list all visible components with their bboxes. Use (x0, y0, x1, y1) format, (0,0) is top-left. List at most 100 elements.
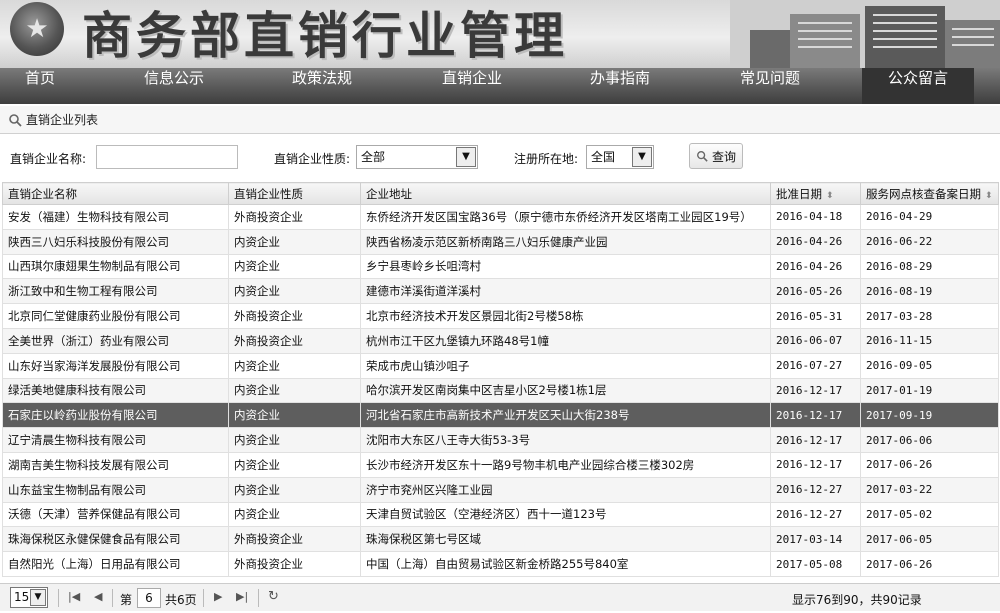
table-body: 安发（福建）生物科技有限公司外商投资企业 东侨经济开发区国宝路36号（原宁德市东侨… (2, 204, 999, 577)
cell-company-name: 北京同仁堂健康药业股份有限公司 (2, 303, 229, 329)
cell-service-check-date: 2017-05-02 (860, 501, 999, 528)
cell-company-type: 内资企业 (228, 402, 361, 429)
refresh-icon[interactable]: ↻ (268, 589, 279, 604)
cell-service-check-date: 2016-08-19 (860, 278, 999, 305)
col-approval-date-label: 批准日期 (776, 186, 822, 201)
cell-approval-date: 2016-05-31 (770, 303, 861, 329)
cell-company-type: 内资企业 (228, 427, 361, 453)
panel-title: 直销企业列表 (26, 113, 99, 127)
cell-company-name: 山东好当家海洋发展股份有限公司 (2, 352, 229, 379)
company-name-input[interactable] (96, 145, 238, 169)
company-type-select[interactable]: 全部 ▼ (356, 145, 478, 169)
table-row[interactable]: 山西琪尔康翅果生物制品有限公司 内资企业 乡宁县枣岭乡长咀湾村 2016-04-26 2… (2, 253, 999, 280)
pager-divider (58, 589, 59, 607)
nav-faq[interactable]: 常见问题 (726, 68, 814, 104)
col-service-check-date-label: 服务网点核查备案日期 (866, 186, 981, 201)
cell-company-type: 内资企业 (228, 377, 361, 404)
cell-company-name: 山东益宝生物制品有限公司 (2, 476, 229, 503)
col-company-type: 直销企业性质 (228, 182, 361, 205)
first-page-icon[interactable]: |◀ (68, 590, 80, 603)
sort-icon: ⬍ (985, 190, 993, 201)
last-page-icon[interactable]: ▶| (236, 590, 248, 603)
cell-company-name: 自然阳光（上海）日用品有限公司 (2, 551, 229, 577)
cell-company-type: 内资企业 (228, 278, 361, 305)
cell-service-check-date: 2016-09-05 (860, 352, 999, 379)
cell-company-address: 东侨经济开发区国宝路36号（原宁德市东侨经济开发区塔南工业园区19号） (360, 204, 771, 230)
region-select[interactable]: 全国 ▼ (586, 145, 654, 169)
cell-company-name: 山西琪尔康翅果生物制品有限公司 (2, 253, 229, 280)
cell-company-name: 陕西三八妇乐科技股份有限公司 (2, 228, 229, 255)
col-approval-date[interactable]: 批准日期 ⬍ (770, 182, 861, 205)
nav-policy-regulations[interactable]: 政策法规 (278, 68, 366, 104)
pager-divider (258, 589, 259, 607)
table-row[interactable]: 辽宁清晨生物科技有限公司 内资企业 沈阳市大东区八王寺大街53-3号 2016-12-… (2, 427, 999, 453)
table-row[interactable]: 绿活美地健康科技有限公司 内资企业 哈尔滨开发区南岗集中区吉星小区2号楼1栋1层 20… (2, 377, 999, 404)
table-row[interactable]: 山东好当家海洋发展股份有限公司 内资企业 荣成市虎山镇沙咀子 2016-07-27 20… (2, 352, 999, 379)
cell-company-address: 北京市经济技术开发区景园北街2号楼58栋 (360, 303, 771, 329)
table-row[interactable]: 沃德（天津）营养保健品有限公司 内资企业 天津自贸试验区（空港经济区）西十一道123… (2, 501, 999, 528)
col-company-name: 直销企业名称 (2, 182, 229, 205)
table-row[interactable]: 自然阳光（上海）日用品有限公司 外商投资企业 中国（上海）自由贸易试验区新金桥路25… (2, 551, 999, 577)
cell-company-type: 内资企业 (228, 476, 361, 503)
cell-company-name: 石家庄以岭药业股份有限公司 (2, 402, 229, 429)
search-icon (9, 113, 22, 127)
col-service-check-date[interactable]: 服务网点核查备案日期 ⬍ (860, 182, 999, 205)
cell-service-check-date: 2016-11-15 (860, 327, 999, 354)
panel-header: 直销企业列表 (0, 106, 1000, 134)
cell-approval-date: 2016-12-17 (770, 377, 861, 404)
cell-company-type: 内资企业 (228, 451, 361, 478)
cell-company-type: 外商投资企业 (228, 551, 361, 577)
chevron-down-icon: ▼ (30, 589, 46, 606)
cell-company-address: 济宁市兖州区兴隆工业园 (360, 476, 771, 503)
nav-service-guide[interactable]: 办事指南 (576, 68, 664, 104)
national-emblem-icon: ★ (10, 2, 64, 56)
cell-service-check-date: 2017-09-19 (860, 402, 999, 429)
cell-company-name: 绿活美地健康科技有限公司 (2, 377, 229, 404)
cell-company-address: 中国（上海）自由贸易试验区新金桥路255号840室 (360, 551, 771, 577)
cell-service-check-date: 2016-08-29 (860, 253, 999, 280)
cell-approval-date: 2017-03-14 (770, 526, 861, 553)
cell-company-address: 杭州市江干区九堡镇九环路48号1幢 (360, 327, 771, 354)
cell-service-check-date: 2016-06-22 (860, 228, 999, 255)
cell-company-name: 安发（福建）生物科技有限公司 (2, 204, 229, 230)
cell-approval-date: 2016-05-26 (770, 278, 861, 305)
cell-approval-date: 2016-12-27 (770, 476, 861, 503)
table-row[interactable]: 陕西三八妇乐科技股份有限公司 内资企业 陕西省杨凌示范区新桥南路三八妇乐健康产业园 2… (2, 228, 999, 255)
nav-direct-selling-companies[interactable]: 直销企业 (428, 68, 516, 104)
chevron-down-icon: ▼ (456, 147, 476, 167)
cell-approval-date: 2016-07-27 (770, 352, 861, 379)
cell-company-address: 长沙市经济开发区东十一路9号物丰机电产业园综合楼三楼302房 (360, 451, 771, 478)
cell-company-address: 河北省石家庄市高新技术产业开发区天山大街238号 (360, 402, 771, 429)
cell-company-type: 内资企业 (228, 228, 361, 255)
cell-approval-date: 2017-05-08 (770, 551, 861, 577)
table-row[interactable]: 北京同仁堂健康药业股份有限公司 外商投资企业 北京市经济技术开发区景园北街2号楼58… (2, 303, 999, 329)
cell-company-address: 荣成市虎山镇沙咀子 (360, 352, 771, 379)
cell-service-check-date: 2017-06-26 (860, 551, 999, 577)
cell-service-check-date: 2017-06-06 (860, 427, 999, 453)
table-row[interactable]: 珠海保税区永健保健食品有限公司 外商投资企业 珠海保税区第七号区域 2017-03-1… (2, 526, 999, 553)
cell-approval-date: 2016-12-17 (770, 402, 861, 429)
table-row[interactable]: 山东益宝生物制品有限公司 内资企业 济宁市兖州区兴隆工业园 2016-12-27 201… (2, 476, 999, 503)
cell-company-type: 外商投资企业 (228, 526, 361, 553)
nav-info-disclosure[interactable]: 信息公示 (130, 68, 218, 104)
cell-service-check-date: 2017-03-22 (860, 476, 999, 503)
table-row[interactable]: 安发（福建）生物科技有限公司 外商投资企业 东侨经济开发区国宝路36号（原宁德市东侨… (2, 204, 999, 230)
page-size-select[interactable]: 15 ▼ (10, 587, 48, 608)
page-number-input[interactable]: 6 (137, 588, 161, 608)
company-type-label: 直销企业性质: (274, 152, 351, 166)
region-label: 注册所在地: (514, 152, 579, 166)
next-page-icon[interactable]: ▶ (214, 590, 222, 603)
table-row[interactable]: 浙江致中和生物工程有限公司 内资企业 建德市洋溪街道洋溪村 2016-05-26 201… (2, 278, 999, 305)
prev-page-icon[interactable]: ◀ (94, 590, 102, 603)
buildings-icon (730, 0, 1000, 68)
query-button[interactable]: 查询 (689, 143, 743, 169)
nav-public-messages[interactable]: 公众留言 (862, 68, 974, 104)
table-row[interactable]: 全美世界（浙江）药业有限公司 外商投资企业 杭州市江干区九堡镇九环路48号1幢 201… (2, 327, 999, 354)
company-table: 直销企业名称 直销企业性质 企业地址 批准日期 ⬍ 服务网点核查备案日期 ⬍ 安发（… (2, 182, 999, 577)
nav-home[interactable]: 首页 (10, 68, 70, 104)
cell-service-check-date: 2017-01-19 (860, 377, 999, 404)
table-row[interactable]: 湖南吉美生物科技发展有限公司 内资企业 长沙市经济开发区东十一路9号物丰机电产业园综… (2, 451, 999, 478)
page-size-value: 15 (14, 590, 30, 604)
table-row[interactable]: 石家庄以岭药业股份有限公司 内资企业 河北省石家庄市高新技术产业开发区天山大街238… (2, 402, 999, 429)
cell-approval-date: 2016-12-17 (770, 427, 861, 453)
